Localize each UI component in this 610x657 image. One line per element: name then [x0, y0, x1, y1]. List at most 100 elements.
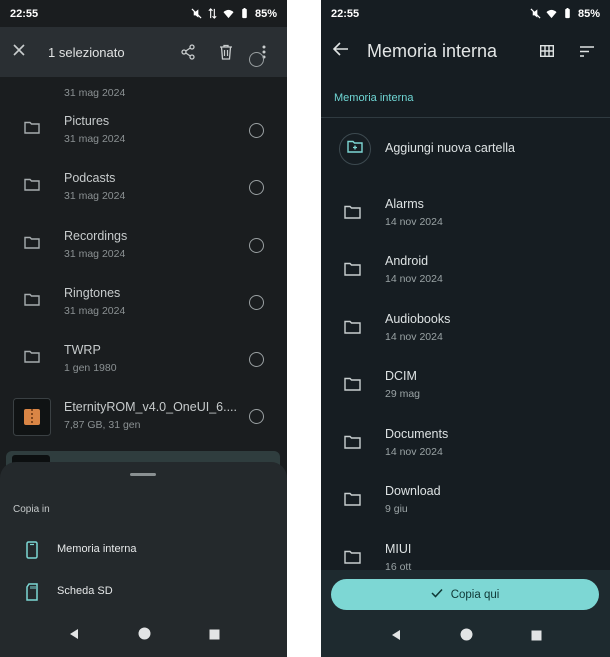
folder-name: Documents: [385, 427, 449, 441]
copy-here-button[interactable]: Copia qui: [331, 579, 599, 610]
option-label: Memoria interna: [57, 543, 137, 555]
new-folder-icon: [347, 140, 363, 158]
item-date: 1 gen 1980: [64, 362, 117, 374]
home-nav-icon[interactable]: [460, 628, 473, 646]
check-icon: [431, 588, 443, 601]
folder-name: Download: [385, 484, 441, 498]
select-radio[interactable]: [249, 238, 264, 253]
status-bar: 22:55 85%: [0, 0, 287, 27]
folder-date: 14 nov 2024: [385, 331, 443, 343]
folder-item[interactable]: Alarms 14 nov 2024: [321, 185, 610, 242]
drag-handle[interactable]: [130, 473, 156, 476]
list-item[interactable]: Ringtones 31 mag 2024: [0, 275, 287, 332]
folder-date: 14 nov 2024: [385, 446, 443, 458]
archive-icon: [13, 398, 51, 441]
breadcrumb[interactable]: Memoria interna: [334, 92, 413, 104]
select-radio[interactable]: [249, 295, 264, 310]
select-radio[interactable]: [249, 52, 264, 67]
battery-icon: [565, 8, 570, 19]
folder-item[interactable]: Audiobooks 14 nov 2024: [321, 300, 610, 357]
item-name: Recordings: [64, 229, 128, 243]
folder-icon: [344, 492, 361, 511]
right-screen: 22:55 85% Memoria interna Memoria intern…: [321, 0, 610, 657]
wifi-icon: [223, 9, 234, 19]
folder-name: DCIM: [385, 369, 417, 383]
folder-name: Alarms: [385, 197, 424, 211]
folder-icon: [344, 262, 361, 281]
option-internal-storage[interactable]: Memoria interna: [0, 532, 287, 568]
mute-icon: [191, 8, 202, 19]
item-name: Podcasts: [64, 171, 116, 185]
item-date: 31 mag 2024: [64, 87, 126, 99]
select-radio[interactable]: [249, 123, 264, 138]
list-item[interactable]: TWRP 1 gen 1980: [0, 332, 287, 389]
wifi-icon: [546, 9, 557, 19]
folder-icon: [24, 178, 40, 196]
item-name: Ringtones: [64, 286, 121, 300]
folder-date: 9 giu: [385, 503, 408, 515]
item-date: 31 mag 2024: [64, 305, 126, 317]
item-name: Pictures: [64, 114, 110, 128]
folder-date: 14 nov 2024: [385, 216, 443, 228]
folder-name: Android: [385, 254, 429, 268]
navigation-bar: [0, 615, 287, 657]
back-nav-icon[interactable]: [390, 628, 402, 646]
item-date: 31 mag 2024: [64, 133, 126, 145]
folder-name: MIUI: [385, 542, 412, 556]
divider: [321, 117, 610, 118]
sort-icon[interactable]: [576, 40, 598, 62]
select-radio[interactable]: [249, 352, 264, 367]
list-item[interactable]: EternityROM_v4.0_OneUI_6.... 7,87 GB, 31…: [0, 389, 287, 446]
folder-icon: [344, 205, 361, 224]
battery-icon: [242, 8, 247, 19]
folder-item[interactable]: Download 9 giu: [321, 472, 610, 529]
folder-icon: [24, 293, 40, 311]
sheet-title: Copia in: [13, 504, 50, 515]
recents-nav-icon[interactable]: [209, 627, 220, 645]
grid-view-icon[interactable]: [536, 40, 558, 62]
list-item[interactable]: Podcasts 31 mag 2024: [0, 160, 287, 217]
select-radio[interactable]: [249, 409, 264, 424]
home-nav-icon[interactable]: [138, 627, 151, 645]
folder-icon: [344, 550, 361, 569]
back-nav-icon[interactable]: [68, 627, 80, 645]
sd-card-icon: [25, 583, 39, 606]
recents-nav-icon[interactable]: [531, 628, 542, 646]
item-date: 7,87 GB, 31 gen: [64, 419, 141, 431]
list-item[interactable]: Recordings 31 mag 2024: [0, 218, 287, 275]
page-title: Memoria interna: [367, 40, 498, 61]
item-name: TWRP: [64, 343, 101, 357]
folder-item[interactable]: Documents 14 nov 2024: [321, 415, 610, 472]
folder-icon: [24, 236, 40, 254]
copy-to-sheet: Copia in Memoria interna Scheda SD: [0, 462, 287, 657]
navigation-bar: [321, 617, 610, 657]
status-time: 22:55: [10, 7, 39, 20]
item-date: 31 mag 2024: [64, 248, 126, 260]
folder-date: 29 mag: [385, 388, 421, 400]
option-label: Scheda SD: [57, 585, 113, 597]
folder-icon: [344, 435, 361, 454]
top-app-bar: Memoria interna: [321, 27, 610, 75]
option-sd-card[interactable]: Scheda SD: [0, 574, 287, 610]
folder-icon: [24, 350, 40, 368]
battery-level: 85%: [577, 7, 600, 20]
select-radio[interactable]: [249, 180, 264, 195]
mute-icon: [530, 8, 541, 19]
folder-icon: [344, 377, 361, 396]
back-arrow-icon[interactable]: [332, 41, 349, 61]
list-item[interactable]: Pictures 31 mag 2024: [0, 103, 287, 160]
add-folder-button[interactable]: Aggiungi nuova cartella: [321, 130, 610, 170]
data-arrows-icon: [208, 8, 217, 19]
item-name: EternityROM_v4.0_OneUI_6....: [64, 400, 237, 414]
folder-icon: [344, 320, 361, 339]
status-bar: 22:55 85%: [321, 0, 610, 27]
bottom-action-bar: Copia qui: [321, 570, 610, 657]
copy-here-label: Copia qui: [450, 588, 500, 601]
add-folder-label: Aggiungi nuova cartella: [385, 141, 515, 155]
battery-level: 85%: [254, 7, 277, 20]
folder-icon: [24, 121, 40, 139]
folder-item[interactable]: DCIM 29 mag: [321, 357, 610, 414]
folder-item[interactable]: Android 14 nov 2024: [321, 242, 610, 299]
folder-name: Audiobooks: [385, 312, 451, 326]
phone-icon: [25, 541, 39, 564]
